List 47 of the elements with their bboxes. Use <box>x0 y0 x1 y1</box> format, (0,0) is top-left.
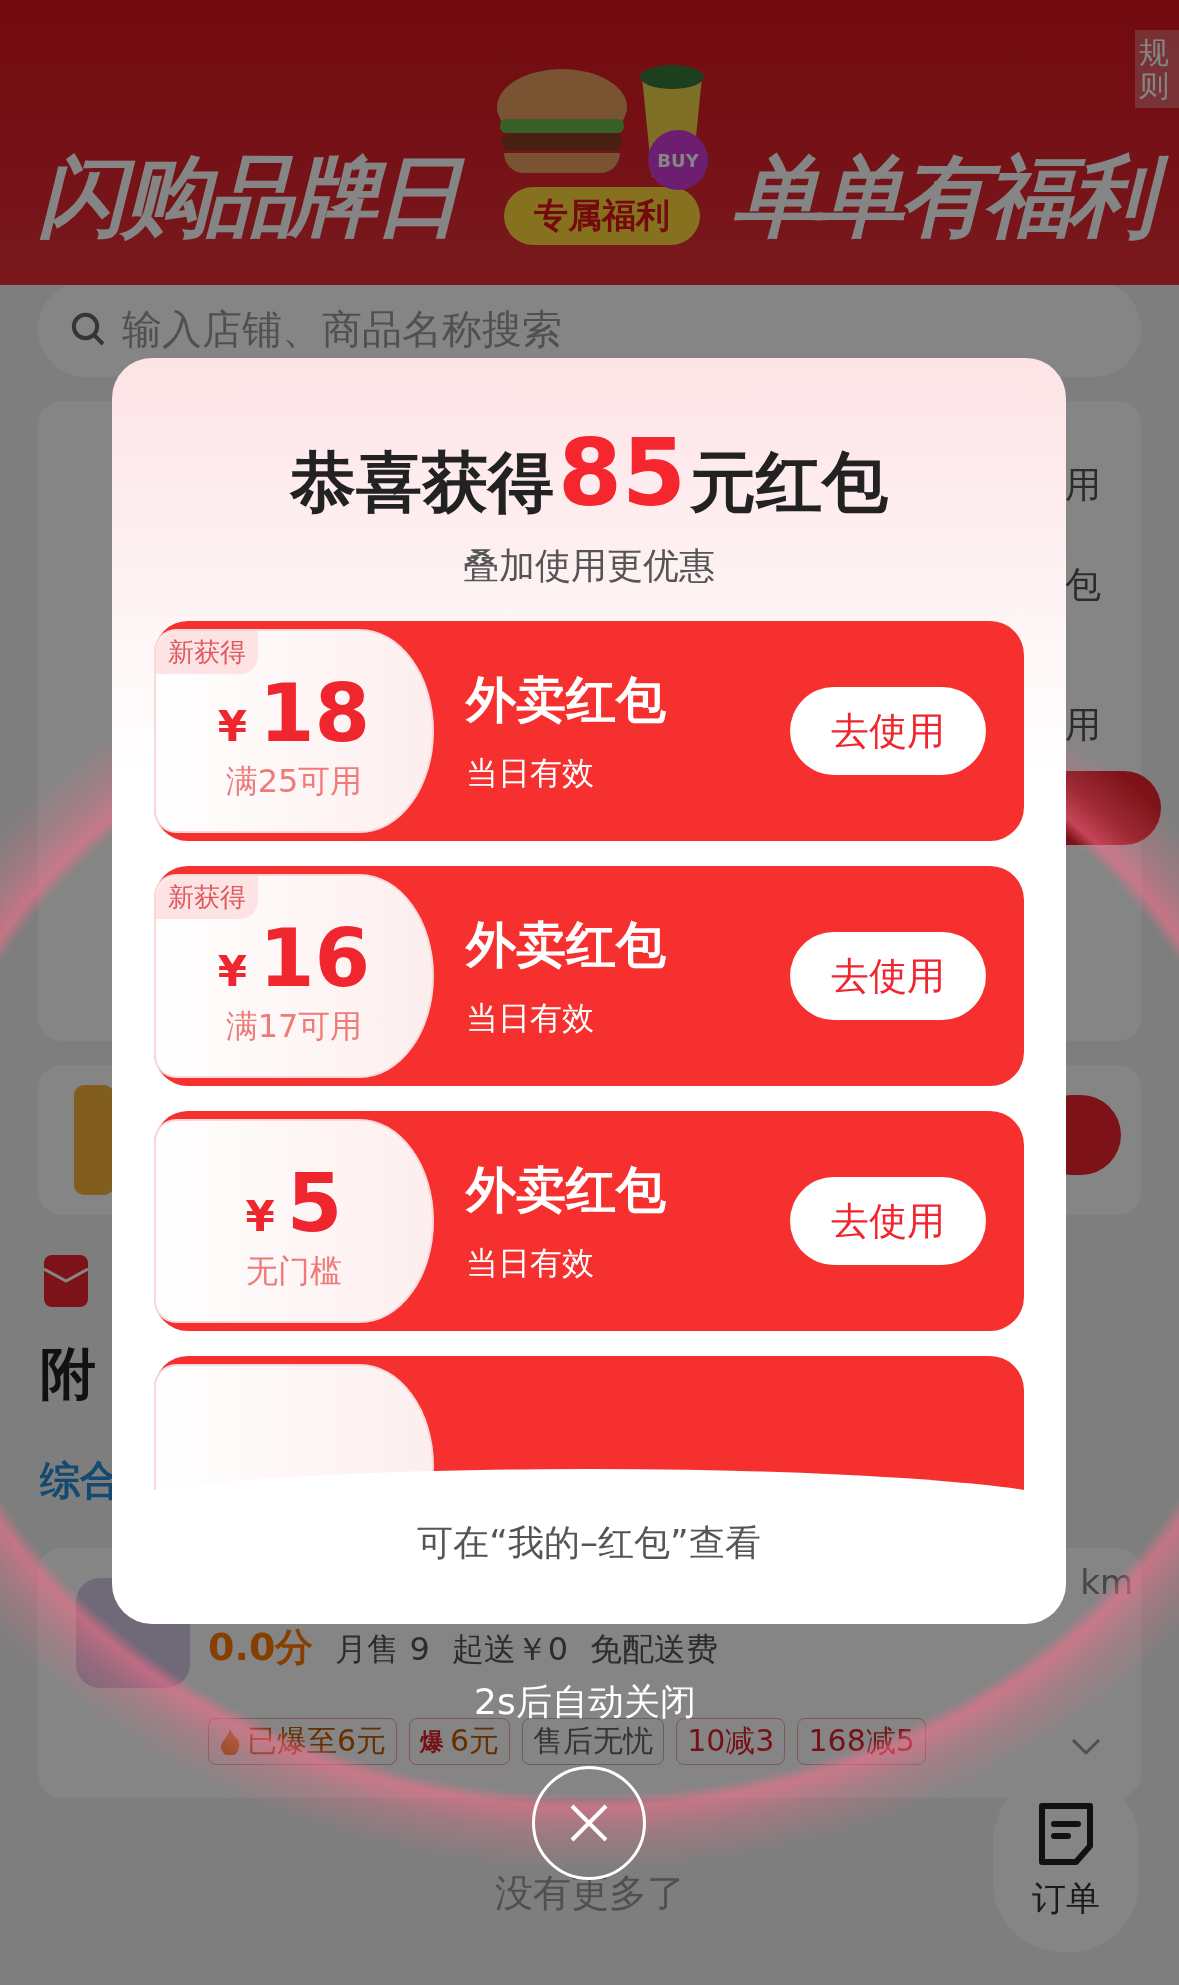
card-label: 包 <box>1065 563 1101 607</box>
dialog-subtitle: 叠加使用更优惠 <box>463 544 715 588</box>
coupon-validity: 当日有效 <box>466 1242 595 1284</box>
use-button[interactable]: 去使用 <box>790 687 986 775</box>
currency-sign: ¥ <box>217 947 247 996</box>
coupon-title: 外卖红包 <box>466 914 667 976</box>
order-icon <box>1036 1802 1096 1866</box>
distance-text: km <box>1080 1562 1133 1602</box>
currency-sign: ¥ <box>245 1192 275 1241</box>
exclusive-badge: 专属福利 <box>504 187 700 245</box>
coupon-amount: 5 <box>286 1164 343 1244</box>
banner-title: 闪购品牌日 <box>38 153 472 245</box>
new-tag: 新获得 <box>156 631 258 674</box>
coupon-amount: 16 <box>258 919 371 999</box>
coupon-validity: 当日有效 <box>466 997 595 1039</box>
shop-tag: 168减5 <box>797 1718 926 1765</box>
use-button[interactable]: 去使用 <box>790 1177 986 1265</box>
dialog-title: 恭喜获得 <box>290 443 554 523</box>
fire-icon <box>219 1728 241 1755</box>
section-title: 附 <box>40 1340 96 1408</box>
coupon-validity: 当日有效 <box>466 752 595 794</box>
delivery-text: 免配送费 <box>590 1629 719 1670</box>
card-label: 用 <box>1065 703 1101 747</box>
total-amount: 85 <box>558 420 686 527</box>
coupon-title: 外卖红包 <box>466 1159 667 1221</box>
coupon-condition: 满25可用 <box>225 761 363 802</box>
dialog-title: 元红包 <box>690 443 888 523</box>
envelope-icon <box>44 1255 88 1307</box>
shop-tag: 售后无忧 <box>522 1718 665 1765</box>
rating-text: 0.0分 <box>208 1624 314 1671</box>
dialog-footer-note: 可在“我的–红包”查看 <box>417 1521 761 1565</box>
sales-text: 月售 9 <box>335 1629 430 1670</box>
shop-tag: 10减3 <box>676 1718 786 1765</box>
use-button[interactable]: 去使用 <box>790 932 986 1020</box>
shop-tag: 已爆至6元 <box>208 1718 398 1765</box>
coupon-title: 外卖红包 <box>466 669 667 731</box>
new-tag: 新获得 <box>156 876 258 919</box>
currency-sign: ¥ <box>217 702 247 751</box>
shop-tag: 爆 6元 <box>409 1718 511 1765</box>
buy-sticker: BUY <box>648 130 708 190</box>
coupon-amount: 18 <box>258 674 371 754</box>
coupon-condition: 无门槛 <box>246 1251 342 1292</box>
card-label: 用 <box>1065 463 1101 507</box>
coupon-condition: 满17可用 <box>225 1006 363 1047</box>
min-order-text: 起送￥0 <box>451 1629 569 1670</box>
banner-title: 单单有福利 <box>732 153 1166 245</box>
hot-mark: 爆 <box>420 1726 445 1758</box>
